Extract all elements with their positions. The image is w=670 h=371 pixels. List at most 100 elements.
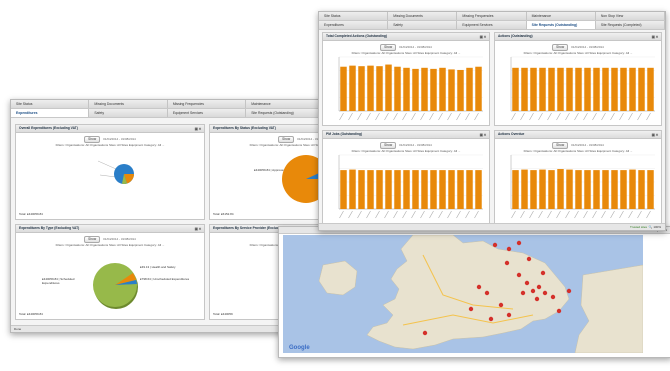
bar[interactable] [358,66,365,111]
bar[interactable] [512,170,519,209]
bar[interactable] [548,67,555,111]
bar[interactable] [385,170,392,209]
panel-options-icon[interactable]: ▣✕ [480,34,487,40]
show-button[interactable]: Show [380,142,397,149]
bar[interactable] [466,170,473,209]
bar[interactable] [421,67,428,111]
panel-options-icon[interactable]: ▣✕ [652,34,659,40]
bar[interactable] [430,68,437,111]
show-button[interactable]: Show [380,44,397,51]
bar[interactable] [521,169,528,209]
bar[interactable] [430,170,437,209]
tab-expenditures[interactable]: Expenditures [319,21,389,29]
bar[interactable] [457,170,464,209]
bar[interactable] [611,67,618,111]
bar[interactable] [448,170,455,209]
tab-maintenance[interactable]: Maintenance [527,12,596,20]
bar[interactable] [376,170,383,209]
bar[interactable] [358,170,365,209]
bar[interactable] [557,169,564,209]
bar[interactable] [349,169,356,209]
bar[interactable] [421,170,428,209]
bar[interactable] [457,69,464,111]
show-button[interactable]: Show [278,136,295,143]
bar[interactable] [638,170,645,209]
tab-expenditures[interactable]: Expenditures [11,109,90,117]
tab-equipment-services[interactable]: Equipment Services [457,21,527,29]
bar[interactable] [394,170,401,209]
uk-map[interactable]: Google [283,235,643,353]
tab-missing-documents[interactable]: Missing Documents [388,12,458,20]
tab-maintenance[interactable]: Maintenance [246,100,325,108]
show-button[interactable]: Show [552,142,569,149]
panel-options-icon[interactable]: ▣✕ [480,132,487,138]
bar[interactable] [367,65,374,111]
panel-options-icon[interactable]: ▣✕ [195,226,202,232]
bar[interactable] [340,170,347,209]
bar[interactable] [403,170,410,209]
bar[interactable] [602,67,609,111]
bar[interactable] [394,66,401,111]
bar[interactable] [439,67,446,111]
bar[interactable] [602,170,609,209]
bar[interactable] [629,67,636,111]
tab-site-status[interactable]: Site Status [319,12,389,20]
bar[interactable] [647,67,654,111]
bar[interactable] [530,170,537,209]
show-button[interactable]: Show [84,136,101,143]
bar[interactable] [584,170,591,209]
bar[interactable] [412,170,419,209]
bar[interactable] [521,67,528,111]
bar[interactable] [539,169,546,209]
bar[interactable] [539,67,546,111]
tab-missing-frequencies[interactable]: Missing Frequencies [457,12,527,20]
bar[interactable] [584,67,591,111]
tab-non-stop-view[interactable]: Non Stop View [596,12,665,20]
tab-missing-frequencies[interactable]: Missing Frequencies [168,100,247,108]
bar[interactable] [593,170,600,209]
bar[interactable] [403,67,410,111]
bar[interactable] [385,64,392,111]
bar[interactable] [466,67,473,111]
bar[interactable] [557,67,564,111]
bar[interactable] [530,67,537,111]
bar[interactable] [548,170,555,209]
bar[interactable] [620,67,627,111]
bar[interactable] [475,170,482,209]
bar[interactable] [439,170,446,209]
tab-missing-documents[interactable]: Missing Documents [89,100,168,108]
bar[interactable] [475,66,482,111]
tab-site-requests-outstanding[interactable]: Site Requests (Outstanding) [526,21,596,29]
bar[interactable] [512,67,519,111]
bar[interactable] [376,66,383,111]
bar[interactable] [367,170,374,209]
panel-options-icon[interactable]: ▣✕ [652,132,659,138]
bar[interactable] [340,66,347,111]
bar[interactable] [566,67,573,111]
bar[interactable] [349,65,356,111]
bar[interactable] [638,67,645,111]
show-button[interactable]: Show [84,236,101,243]
panel-title: Total Completed Actions (Outstanding) [326,34,387,38]
bar[interactable] [620,170,627,209]
bar[interactable] [611,170,618,209]
tab-site-requests-completed[interactable]: Site Requests (Completed) [596,21,665,29]
tab-equipment-services[interactable]: Equipment Services [168,109,247,117]
tab-safety[interactable]: Safety [89,109,168,117]
bar[interactable] [575,67,582,111]
bar[interactable] [575,170,582,209]
bar[interactable] [647,170,654,209]
tab-site-requests-outstanding[interactable]: Site Requests (Outstanding) [246,109,325,117]
tab-site-status[interactable]: Site Status [11,100,90,108]
bar[interactable] [566,169,573,209]
bar[interactable] [412,68,419,111]
panel-expenditures-by-type: Expenditures By Type (Excluding VAT) ▣✕ S… [15,224,205,320]
show-button[interactable]: Show [552,44,569,51]
bar[interactable] [629,169,636,209]
tab-safety[interactable]: Safety [388,21,458,29]
bar[interactable] [593,67,600,111]
bar[interactable] [448,69,455,111]
panel-options-icon[interactable]: ▣✕ [195,126,202,132]
status-zoom[interactable]: Trusted sites 🔍 100% [630,224,661,230]
x-tick-label [556,112,561,121]
